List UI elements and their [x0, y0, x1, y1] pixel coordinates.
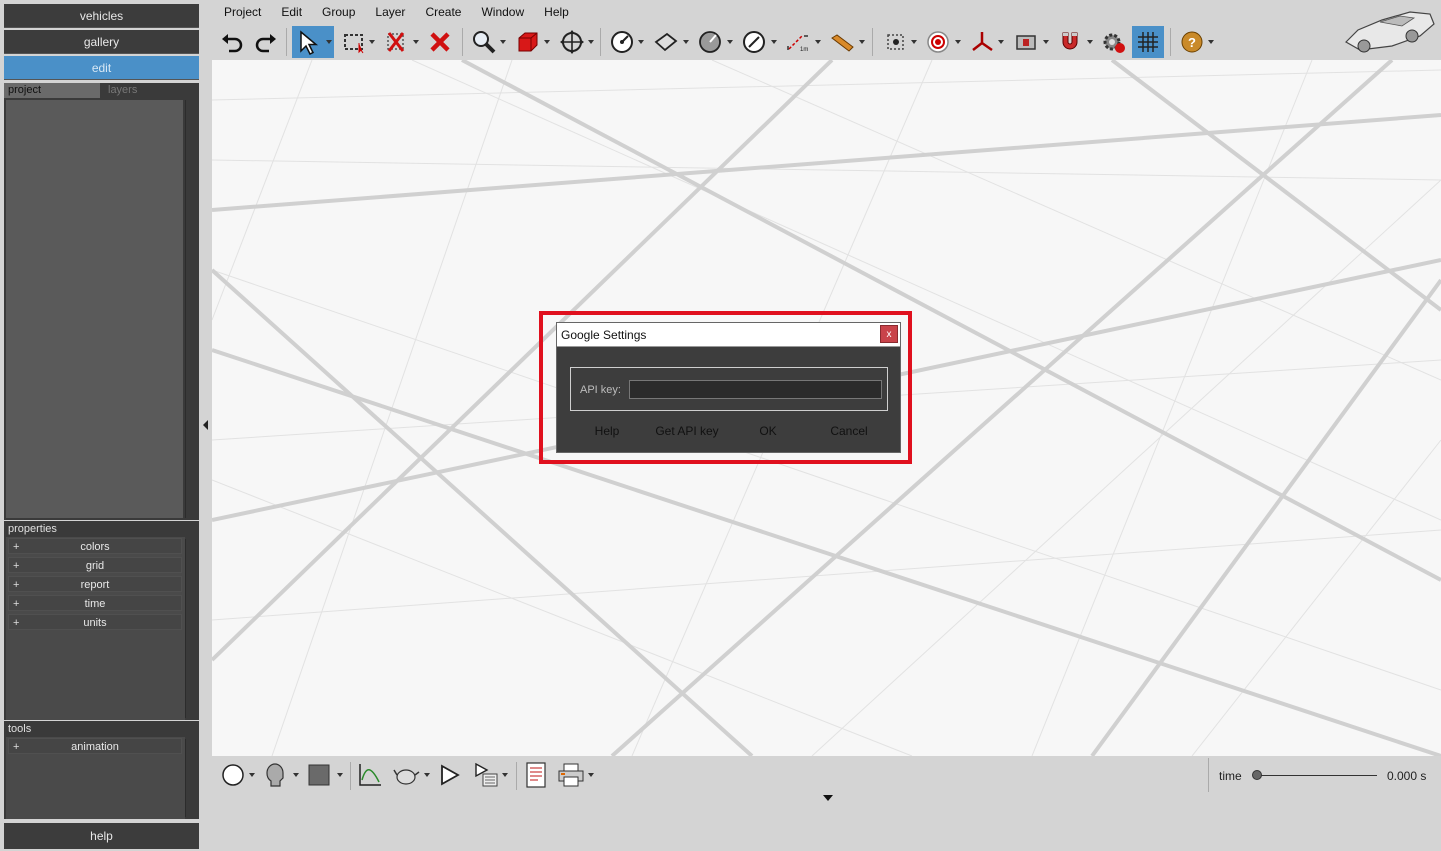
property-label: units: [83, 617, 107, 629]
help-button[interactable]: help: [4, 823, 199, 849]
redo-icon[interactable]: [250, 26, 282, 58]
expand-icon: +: [13, 617, 20, 629]
left-panel: vehicles gallery edit project layers pro…: [4, 4, 199, 849]
project-tree-area[interactable]: [6, 100, 183, 518]
project-tree: [4, 98, 199, 520]
api-key-input[interactable]: [629, 380, 882, 399]
car-logo-icon: [1345, 11, 1435, 53]
tool-label: animation: [71, 741, 119, 753]
properties-scrollbar[interactable]: [185, 539, 197, 718]
project-scrollbar[interactable]: [185, 100, 197, 518]
grid-icon[interactable]: [1132, 26, 1164, 58]
menu-layer[interactable]: Layer: [365, 3, 415, 23]
color-swatch-icon[interactable]: [306, 760, 332, 790]
tools-header: tools: [4, 721, 199, 737]
rotate-circle-icon[interactable]: [606, 26, 638, 58]
measure-tag: 1m: [800, 47, 808, 53]
expand-icon: +: [13, 741, 20, 753]
ruler-icon[interactable]: [826, 26, 858, 58]
target-icon[interactable]: [880, 26, 912, 58]
bottom-bar: time 0.000 s: [212, 756, 1441, 851]
head-icon[interactable]: [262, 760, 288, 790]
dialog-titlebar[interactable]: Google Settings x: [557, 323, 900, 347]
time-value: 0.000 s: [1387, 769, 1427, 783]
zoom-icon[interactable]: [468, 26, 500, 58]
menu-create[interactable]: Create: [415, 3, 471, 23]
menu-group[interactable]: Group: [312, 3, 365, 23]
settings-icon[interactable]: [1098, 26, 1130, 58]
property-grid[interactable]: + grid: [8, 557, 182, 573]
property-units[interactable]: + units: [8, 614, 182, 630]
measure-icon[interactable]: 1m: [782, 26, 814, 58]
help-icon[interactable]: ?: [1176, 26, 1208, 58]
camera-icon[interactable]: [1010, 26, 1042, 58]
time-slider-handle[interactable]: [1252, 770, 1262, 780]
undo-icon[interactable]: [216, 26, 248, 58]
menu-edit[interactable]: Edit: [271, 3, 312, 23]
expand-icon: +: [13, 598, 20, 610]
play-icon[interactable]: [436, 760, 462, 790]
close-icon[interactable]: x: [880, 325, 898, 343]
expand-timeline-icon[interactable]: [823, 795, 833, 801]
dialog-title: Google Settings: [561, 328, 647, 342]
rectangle-select-icon[interactable]: [338, 26, 370, 58]
graph-icon[interactable]: [356, 760, 384, 790]
property-report[interactable]: + report: [8, 576, 182, 592]
properties-header: properties: [4, 521, 199, 537]
record-icon[interactable]: [922, 26, 954, 58]
property-time[interactable]: + time: [8, 595, 182, 611]
expand-icon: +: [13, 541, 20, 553]
property-label: grid: [85, 560, 105, 572]
magnet-icon[interactable]: [1054, 26, 1086, 58]
move-icon[interactable]: [556, 26, 588, 58]
app-window: vehicles gallery edit project layers pro…: [0, 0, 1441, 851]
menu-project[interactable]: Project: [214, 3, 271, 23]
help-button[interactable]: Help: [587, 423, 627, 439]
nav-gallery[interactable]: gallery: [4, 30, 199, 54]
delete-icon[interactable]: [424, 26, 456, 58]
menu-bar: Project Edit Group Layer Create Window H…: [214, 3, 579, 23]
play-list-icon[interactable]: [472, 760, 500, 790]
get-api-key-button[interactable]: Get API key: [655, 423, 719, 439]
property-label: colors: [80, 541, 110, 553]
plane-icon[interactable]: [650, 26, 682, 58]
disk-icon[interactable]: [694, 26, 726, 58]
print-icon[interactable]: [556, 760, 586, 790]
delete-multiple-icon[interactable]: [380, 26, 412, 58]
tools-scrollbar[interactable]: [185, 739, 197, 817]
property-colors[interactable]: + colors: [8, 538, 182, 554]
menu-help[interactable]: Help: [534, 3, 579, 23]
axes-icon[interactable]: [966, 26, 998, 58]
tab-project[interactable]: project: [4, 83, 100, 98]
api-key-label: API key:: [580, 384, 621, 396]
property-label: report: [80, 579, 110, 591]
cancel-button[interactable]: Cancel: [828, 423, 870, 439]
time-slider-panel: time 0.000 s: [1208, 758, 1441, 792]
expand-icon: +: [13, 560, 20, 572]
svg-text:?: ?: [1188, 35, 1196, 50]
time-label: time: [1219, 769, 1242, 783]
expand-icon: +: [13, 579, 20, 591]
cube-icon[interactable]: [512, 26, 544, 58]
google-settings-dialog: Google Settings x API key: Help Get API …: [556, 322, 901, 453]
report-icon[interactable]: [522, 760, 550, 790]
menu-window[interactable]: Window: [471, 3, 534, 23]
tab-layers[interactable]: layers: [104, 83, 199, 98]
sphere-icon[interactable]: [220, 760, 246, 790]
tool-animation[interactable]: + animation: [8, 738, 182, 754]
property-label: time: [84, 598, 106, 610]
panel-tabs: project layers: [4, 83, 199, 98]
toolbar: 1m ?: [214, 26, 1214, 58]
nav-edit[interactable]: edit: [4, 56, 199, 80]
time-slider-track[interactable]: [1257, 775, 1377, 776]
collapse-panel-icon[interactable]: [203, 420, 208, 430]
api-key-group: API key:: [570, 367, 888, 411]
ok-button[interactable]: OK: [755, 423, 781, 439]
teapot-icon[interactable]: [392, 760, 422, 790]
protractor-icon[interactable]: [738, 26, 770, 58]
nav-vehicles[interactable]: vehicles: [4, 4, 199, 28]
